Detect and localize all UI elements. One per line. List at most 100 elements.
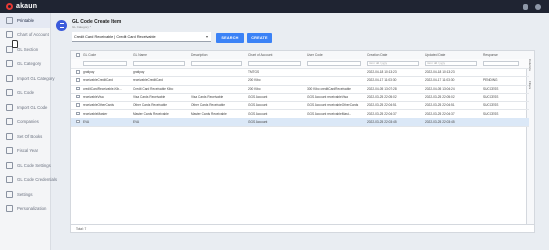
row-checkbox[interactable] [76, 78, 80, 82]
column-filter-input[interactable] [307, 60, 361, 66]
sidebar-item-label: Set Of Books [17, 133, 43, 139]
table-cell: 2022-03-25 22:04:51 [367, 103, 397, 108]
table-cell: Other Cards Receivable [191, 103, 226, 108]
column-filter-input[interactable] [483, 60, 519, 66]
table-cell [307, 76, 365, 84]
sidebar-item-label: GL Section [17, 46, 39, 52]
sidebar-item[interactable]: GL Section [0, 42, 50, 57]
sidebar-item[interactable]: GL Code Settings [0, 158, 51, 173]
table-cell: 2022-03-25 22:04:37 [367, 111, 397, 116]
sidebar-item[interactable]: GL Code [0, 86, 50, 101]
table-cell [191, 76, 246, 84]
notification-icon[interactable] [523, 3, 528, 10]
sidebar-item[interactable]: GL Category [0, 57, 50, 72]
table-cell [191, 68, 246, 76]
table-cell [191, 85, 246, 93]
column-header[interactable]: Creation Date [367, 51, 423, 59]
table-cell: creditCardReceivable-Kib... [83, 86, 122, 91]
create-button[interactable]: CREATE [247, 33, 272, 43]
table-cell: gratipay [83, 70, 95, 75]
gl-category-select[interactable]: Credit Card Receivable | Credit Card Rec… [72, 32, 211, 42]
column-header[interactable]: GL Name [133, 51, 189, 59]
table-cell: GGS Account [248, 111, 268, 116]
table-cell [483, 118, 523, 126]
sidebar-item[interactable]: Companies [0, 115, 50, 130]
akaun-logo-icon [6, 3, 13, 10]
column-filter-input[interactable]: mm / dd / yyyy [425, 60, 477, 66]
column-header[interactable]: GL Code [83, 51, 131, 59]
column-header[interactable]: Chart of Account [248, 51, 305, 59]
sidebar-item-label: GL Code Settings [17, 162, 51, 168]
table-cell: Visa Cards Receivable [191, 95, 224, 100]
row-checkbox[interactable] [76, 70, 80, 74]
table-cell: 2022-04-18 10:13:23 [425, 70, 455, 75]
menu-icon[interactable] [56, 20, 67, 31]
sidebar-item-icon [6, 103, 13, 111]
sidebar-item-icon [6, 205, 13, 213]
column-filter-input[interactable] [133, 60, 185, 66]
table-cell: Master Cards Receivable [133, 111, 169, 116]
sidebar-item[interactable]: Printable [0, 13, 50, 28]
column-filter-input[interactable] [83, 60, 127, 66]
table-cell: SUCCESS [483, 111, 499, 116]
table-cell: Master Cards Receivable [191, 111, 227, 116]
row-checkbox[interactable] [76, 111, 80, 116]
table-cell: receivableCreditCard [83, 78, 113, 83]
table-cell: 2022-04-17 11:03:30 [367, 78, 397, 83]
table-cell: 2022-03-25 22:05:02 [367, 95, 397, 100]
sidebar-item[interactable]: GL Code Credentials [0, 173, 57, 188]
sidebar-item-icon [6, 31, 13, 39]
sidebar-item-label: Chart of Account [17, 32, 49, 38]
row-checkbox[interactable] [76, 119, 80, 124]
table-cell [307, 68, 365, 76]
sidebar-item[interactable]: Chart of Account [0, 28, 50, 43]
top-bar: akaun [0, 0, 549, 13]
sidebar-item-label: GL Category [17, 61, 42, 67]
sidebar-item[interactable]: Set Of Books [0, 129, 50, 144]
sidebar-item-icon [6, 74, 13, 82]
table-cell: 2022-04-05 13:07:28 [367, 86, 397, 91]
sidebar-item[interactable]: Import GL Code [0, 100, 50, 115]
sidebar-item[interactable]: Fiscal Year [0, 144, 50, 159]
search-button[interactable]: SEARCH [216, 33, 244, 43]
sidebar-item-label: Printable [17, 17, 34, 23]
table-cell: 2022-03-25 22:03:45 [367, 119, 397, 124]
row-checkbox[interactable] [76, 103, 80, 107]
table-cell: receivableVisa [83, 95, 104, 100]
table-cell: Visa Cards Receivable [133, 95, 166, 100]
select-all-checkbox[interactable] [76, 53, 80, 57]
table-cell: 2022-03-25 22:04:37 [425, 111, 455, 116]
table-cell: 2022-03-25 22:05:02 [425, 95, 455, 100]
sidebar-item[interactable]: Import GL Category [0, 71, 55, 86]
table-cell: 2022-04-05 13:04:24 [425, 86, 455, 91]
sidebar-item-icon [6, 190, 13, 198]
column-filter-input[interactable] [191, 60, 242, 66]
table-cell: 2022-03-25 22:04:51 [425, 103, 455, 108]
table-cell: receivableCreditCard [133, 78, 163, 83]
sidebar-item[interactable]: Personalization [0, 202, 50, 217]
column-filter-input[interactable]: mm / dd / yyyy [367, 60, 419, 66]
sidebar-item-icon [6, 89, 13, 97]
sidebar-item-icon [6, 60, 13, 68]
column-filter-input[interactable] [248, 60, 301, 66]
table-cell: GGS Account receivableVisa [307, 95, 348, 100]
column-header[interactable]: User Code [307, 51, 365, 59]
row-checkbox[interactable] [76, 86, 80, 91]
table-cell: 300 Kibo creditCardReceivable [307, 86, 351, 91]
table-cell: GGS Account [248, 103, 268, 108]
grid-footer: Total: 7 [71, 224, 534, 232]
row-checkbox[interactable] [76, 94, 80, 99]
column-header[interactable]: Description [191, 51, 246, 59]
sidebar-item-label: Import GL Category [17, 75, 55, 81]
table-cell: 200 Kibo [248, 78, 261, 83]
gl-category-label: GL Category * [72, 25, 91, 29]
table-cell: Other Cards Receivable [133, 103, 168, 108]
table-cell: SUCCESS [483, 86, 499, 91]
column-header[interactable]: Response [483, 51, 523, 59]
sidebar-item-label: Import GL Code [17, 104, 48, 110]
sidebar-item-icon [6, 132, 13, 140]
avatar[interactable] [535, 3, 541, 10]
table-row[interactable]: EVA EVA GGS Account 2022-03-25 22:03:45 2022… [71, 117, 529, 128]
column-header[interactable]: Updated Date [425, 51, 481, 59]
sidebar-item[interactable]: Settings [0, 187, 50, 202]
